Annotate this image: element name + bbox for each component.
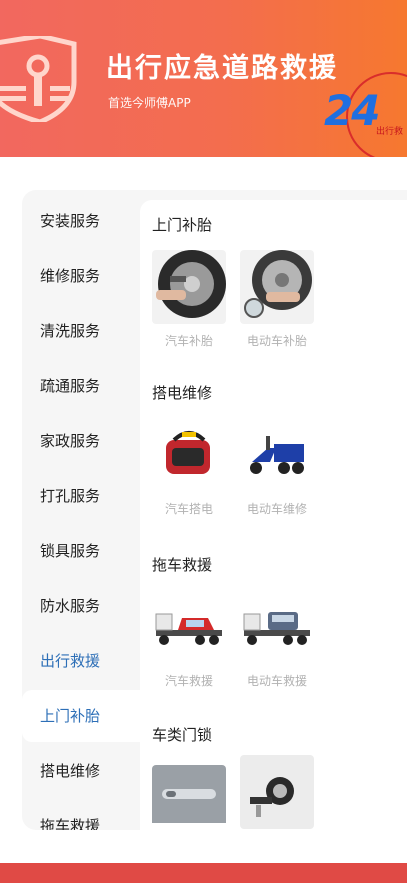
category-repair[interactable]: 维修服务 [22, 250, 140, 302]
service-label: 电动车维修 [246, 502, 307, 516]
badge-text: 出行救 [376, 127, 404, 137]
service-label: 电动车补胎 [246, 334, 307, 348]
bottom-bar [0, 863, 407, 883]
service-tile-car-tow[interactable]: 汽车救援 [152, 590, 228, 689]
category-travel-rescue[interactable]: 出行救援 [22, 635, 140, 687]
section-title-tire: 上门补胎 [152, 216, 213, 234]
ebike-tire-repair-icon [240, 250, 314, 324]
subcategory-jump-start[interactable]: 搭电维修 [22, 745, 140, 797]
banner: 出行应急道路救援 首选今师傅APP 24 出行救 [0, 0, 407, 157]
service-label: 电动车救援 [246, 674, 307, 688]
section-title-lock: 车类门锁 [152, 726, 213, 744]
category-housekeeping[interactable]: 家政服务 [22, 415, 140, 467]
service-content: 上门补胎 汽车补胎 电动车补胎 搭电维修 汽车搭电 电动车维修 拖车救援 汽车救… [140, 200, 407, 830]
service-label: 汽车搭电 [164, 502, 213, 516]
service-tile-ignition[interactable] [240, 755, 316, 829]
service-tile-car-jump[interactable]: 汽车搭电 [152, 418, 228, 517]
banner-title: 出行应急道路救援 [106, 53, 338, 84]
electric-tricycle-icon [240, 418, 314, 492]
service-tile-car-tire[interactable]: 汽车补胎 [152, 250, 228, 349]
service-tile-ebike-repair[interactable]: 电动车维修 [240, 418, 316, 517]
category-list: 安装服务 维修服务 清洗服务 疏通服务 家政服务 打孔服务 锁具服务 防水服务 … [22, 190, 140, 830]
ignition-lock-icon [240, 755, 314, 829]
banner-subtitle: 首选今师傅APP [108, 96, 191, 110]
category-drilling[interactable]: 打孔服务 [22, 470, 140, 522]
category-install[interactable]: 安装服务 [22, 195, 140, 247]
badge-24-hours: 24 [324, 86, 380, 135]
shield-logo-icon [0, 36, 77, 122]
tow-truck-ebike-icon [240, 590, 314, 664]
subcategory-tire-repair[interactable]: 上门补胎 [22, 690, 140, 742]
service-tile-door-handle[interactable] [152, 765, 228, 830]
jump-starter-icon [152, 418, 226, 492]
tow-truck-car-icon [152, 590, 226, 664]
service-card: 安装服务 维修服务 清洗服务 疏通服务 家政服务 打孔服务 锁具服务 防水服务 … [22, 190, 407, 830]
subcategory-towing[interactable]: 拖车救援 [22, 800, 140, 830]
service-label: 汽车补胎 [164, 334, 213, 348]
service-tile-ebike-tow[interactable]: 电动车救援 [240, 590, 316, 689]
category-cleaning[interactable]: 清洗服务 [22, 305, 140, 357]
category-waterproof[interactable]: 防水服务 [22, 580, 140, 632]
car-door-handle-icon [152, 765, 226, 830]
category-unclog[interactable]: 疏通服务 [22, 360, 140, 412]
section-title-tow: 拖车救援 [152, 556, 213, 574]
category-locks[interactable]: 锁具服务 [22, 525, 140, 577]
service-tile-ebike-tire[interactable]: 电动车补胎 [240, 250, 316, 349]
car-tire-repair-icon [152, 250, 226, 324]
service-label: 汽车救援 [164, 674, 213, 688]
section-title-jump: 搭电维修 [152, 384, 213, 402]
